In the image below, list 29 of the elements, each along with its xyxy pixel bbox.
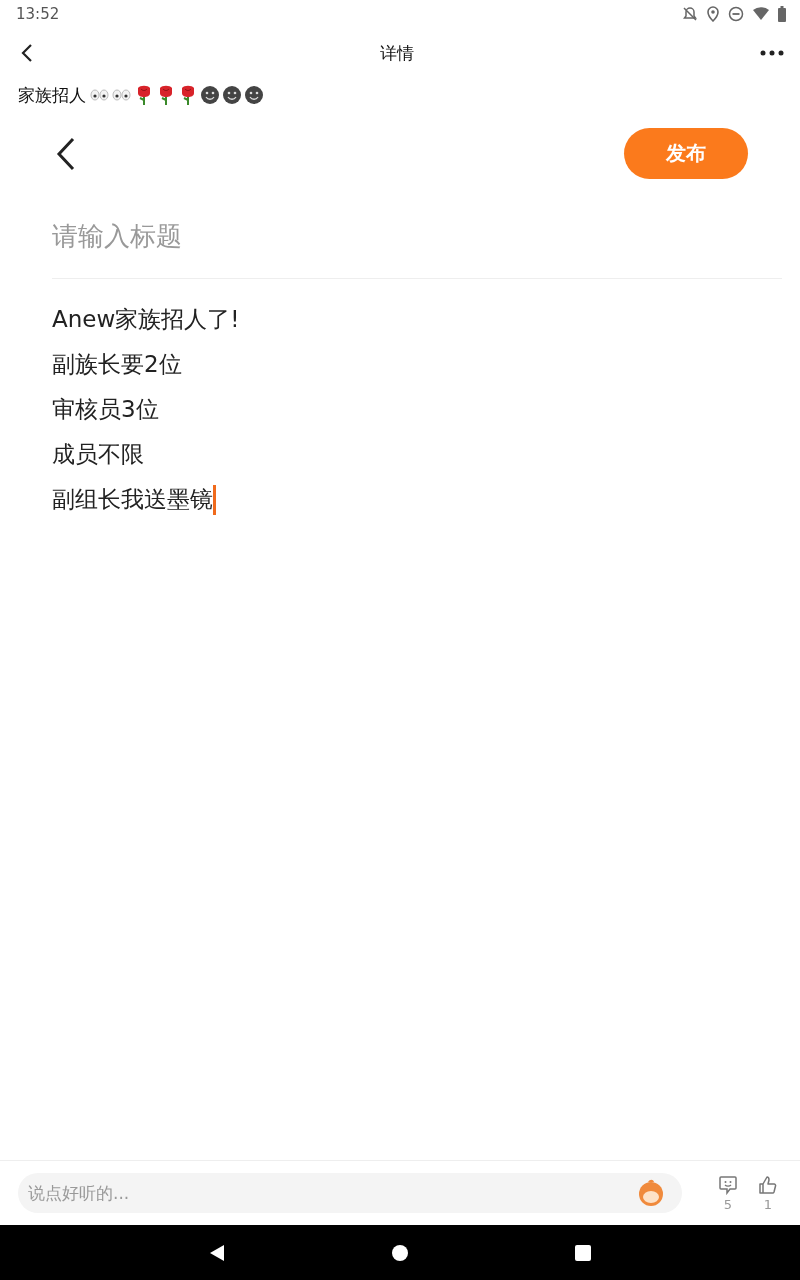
body-text: 副组长我送墨镜	[52, 485, 213, 514]
recents-icon[interactable]	[574, 1243, 592, 1262]
more-icon[interactable]	[760, 50, 784, 56]
thumbs-up-icon[interactable]	[758, 1174, 778, 1195]
body-text: 成员不限	[52, 440, 144, 469]
body-text: 审核员3位	[52, 395, 159, 424]
smiley-icon	[222, 85, 242, 105]
home-icon[interactable]	[391, 1243, 409, 1262]
smiley-icon	[200, 85, 220, 105]
body-text: 副族长要2位	[52, 350, 182, 379]
back-icon[interactable]	[208, 1243, 226, 1262]
comment-icon[interactable]	[718, 1174, 738, 1195]
location-icon	[706, 6, 720, 22]
do-not-disturb-icon	[728, 6, 744, 22]
smiley-icon	[244, 85, 264, 105]
battery-icon	[778, 6, 786, 22]
wifi-icon	[752, 6, 770, 22]
status-time: 13:52	[16, 5, 60, 23]
back-icon[interactable]	[20, 43, 34, 63]
title-field: 请输入标题	[52, 219, 782, 254]
back-icon	[56, 136, 76, 171]
text-cursor	[213, 484, 216, 515]
comment-field[interactable]: 说点好听的...	[18, 1173, 682, 1213]
body-text: Anew家族招人了!	[52, 305, 240, 334]
comment-count: 5	[723, 1196, 733, 1212]
post-title: 家族招人	[18, 83, 86, 107]
like-count: 1	[763, 1196, 773, 1212]
page-title: 详情	[380, 41, 414, 65]
bell-off-icon	[682, 6, 698, 22]
